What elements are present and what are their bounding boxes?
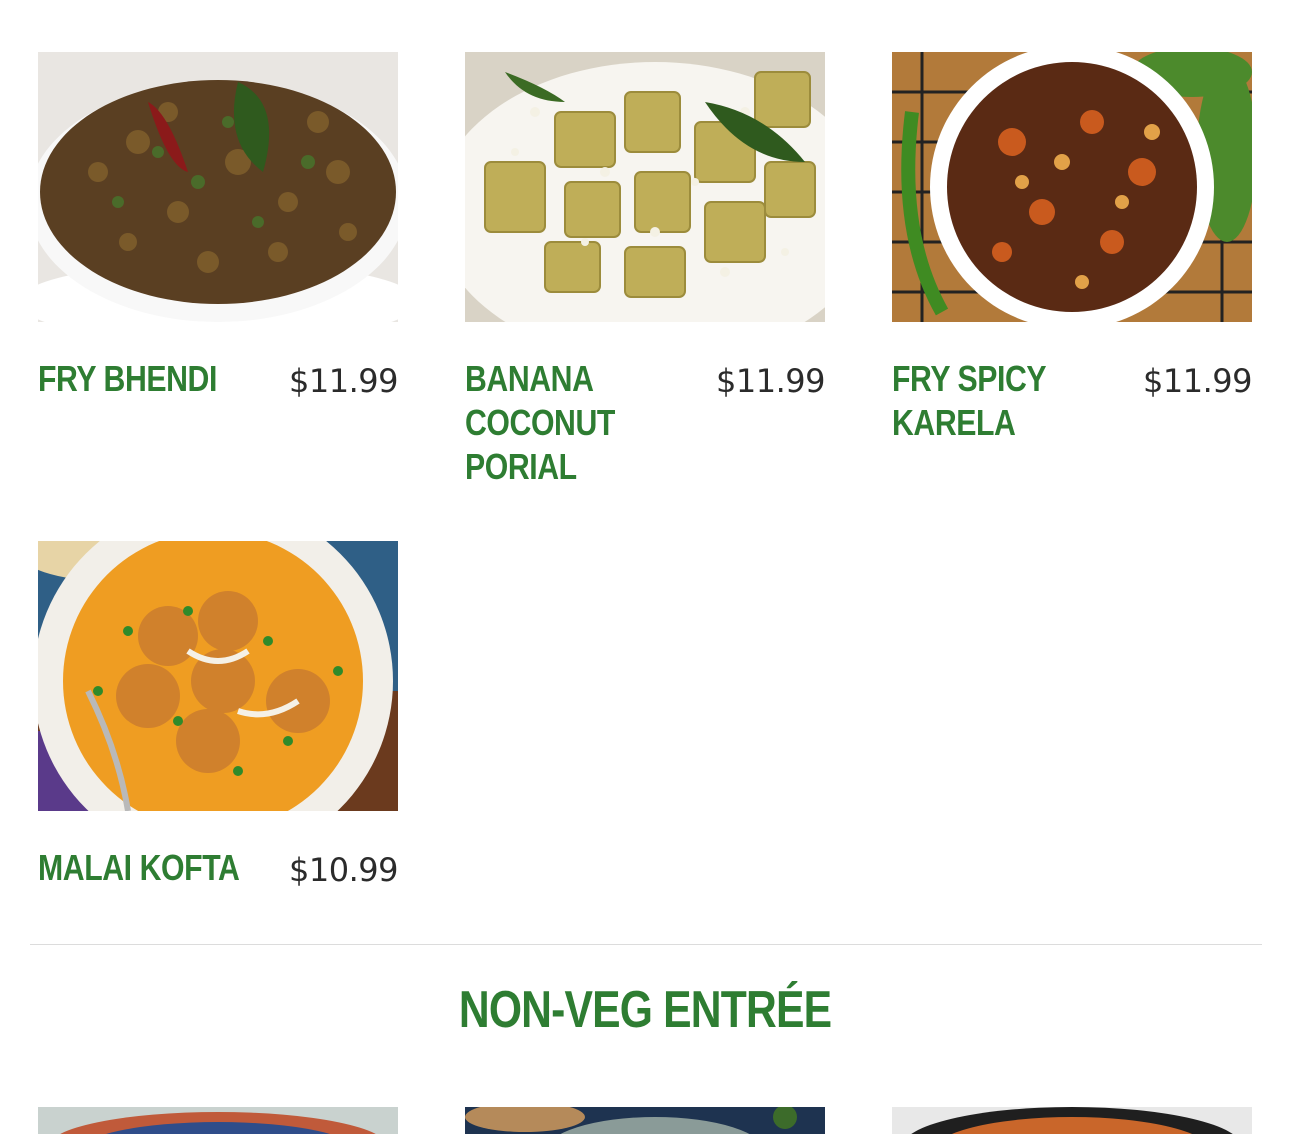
item-price: $11.99 — [1143, 362, 1252, 400]
next-item-photo-1[interactable] — [38, 1107, 398, 1134]
menu-item-fry-spicy-karela[interactable]: FRY SPICY KARELA $11.99 — [892, 52, 1252, 443]
item-name: FRY SPICY KARELA — [892, 358, 1046, 443]
next-item-photo-3[interactable] — [892, 1107, 1252, 1134]
item-name: BANANA COCONUT PORIAL — [465, 358, 615, 487]
item-name: FRY BHENDI — [38, 358, 217, 399]
banana-coconut-porial-photo[interactable] — [465, 52, 825, 322]
menu-item-malai-kofta[interactable]: MALAI KOFTA $10.99 — [38, 541, 398, 889]
section-heading: NON-VEG ENTRÉE — [458, 981, 832, 1039]
okra-fry-photo[interactable] — [38, 52, 398, 322]
item-name: MALAI KOFTA — [38, 847, 240, 888]
item-price: $11.99 — [716, 362, 825, 400]
item-price: $11.99 — [289, 362, 398, 400]
malai-kofta-photo[interactable] — [38, 541, 398, 811]
menu-item-banana-coconut-porial[interactable]: BANANA COCONUT PORIAL $11.99 — [465, 52, 825, 487]
karela-fry-photo[interactable] — [892, 52, 1252, 322]
section-divider — [30, 944, 1262, 945]
menu-item-fry-bhendi[interactable]: FRY BHENDI $11.99 — [38, 52, 398, 400]
next-item-photo-2[interactable] — [465, 1107, 825, 1134]
item-price: $10.99 — [289, 851, 398, 889]
